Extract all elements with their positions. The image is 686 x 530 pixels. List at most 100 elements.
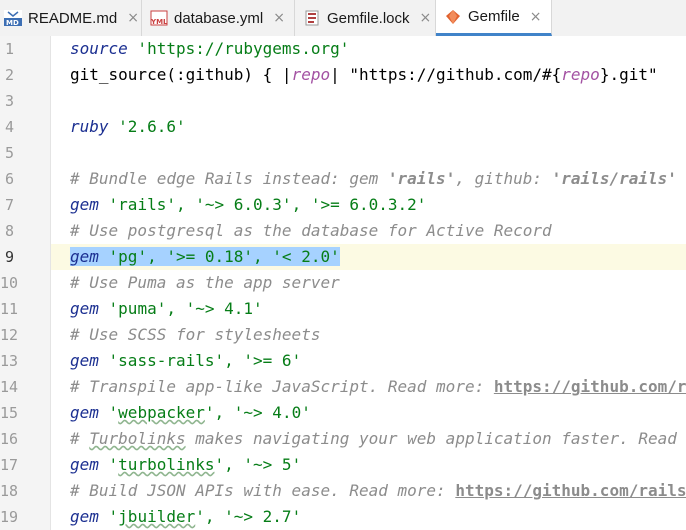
code-line[interactable]: # Use SCSS for stylesheets <box>51 322 686 348</box>
code-token: gem <box>70 299 99 318</box>
code-token: ', '~> 5' <box>214 455 302 474</box>
close-icon[interactable]: × <box>127 10 139 26</box>
code-token: webpacker <box>118 403 205 422</box>
md-file-icon: MD <box>4 10 22 26</box>
line-number: 12 <box>0 326 19 344</box>
code-token: }.git" <box>599 65 658 84</box>
code-token: # <box>70 429 90 448</box>
code-text: gem 'webpacker', '~> 4.0' <box>70 400 311 426</box>
code-token: makes navigating your web application fa… <box>185 429 686 448</box>
line-number: 7 <box>4 196 14 214</box>
code-token: # Use postgresql as the database for Act… <box>70 221 552 240</box>
code-line[interactable]: ruby '2.6.6' <box>51 114 686 140</box>
line-number: 9 <box>4 248 14 266</box>
code-line[interactable]: # Bundle edge Rails instead: gem 'rails'… <box>51 166 686 192</box>
line-number: 6 <box>4 170 14 188</box>
code-token: 'rails' <box>387 169 456 188</box>
code-line[interactable] <box>51 140 686 166</box>
code-token: gem <box>70 247 99 266</box>
line-number: 18 <box>0 482 19 500</box>
code-token: 'puma', '~> 4.1' <box>98 299 263 318</box>
code-token: jbuilder <box>118 507 196 526</box>
line-number-gutter[interactable]: 1 2 3 4 5 6 7 8 9 10 11 12 13 14 15 16 17 18 19 <box>0 36 51 530</box>
code-token: # Bundle edge Rails instead: gem <box>70 169 388 188</box>
code-text: # Use Puma as the app server <box>70 270 340 296</box>
editor-tab-bar: MD README.md × YML database.yml × Gemfil… <box>0 0 686 37</box>
svg-text:MD: MD <box>6 19 19 26</box>
tab-label: Gemfile <box>468 8 520 25</box>
yml-file-icon: YML <box>150 10 168 26</box>
line-number: 3 <box>4 92 14 110</box>
code-line[interactable]: gem 'puma', '~> 4.1' <box>51 296 686 322</box>
tab-gemfile[interactable]: Gemfile × <box>436 0 552 36</box>
code-editor[interactable]: source 'https://rubygems.org' git_source(… <box>51 36 686 530</box>
code-token: ' <box>98 403 119 422</box>
lock-file-icon <box>303 10 321 26</box>
tab-database-yml[interactable]: YML database.yml × <box>142 0 295 36</box>
code-line[interactable]: # Turbolinks makes navigating your web a… <box>51 426 686 452</box>
code-text: ruby '2.6.6' <box>70 114 186 140</box>
code-token: 'sass-rails', '>= 6' <box>98 351 302 370</box>
code-token: | "https://github.com/#{ <box>330 65 562 84</box>
code-token: ' <box>98 455 119 474</box>
code-line[interactable]: gem 'jbuilder', '~> 2.7' <box>51 504 686 530</box>
code-line[interactable]: # Build JSON APIs with ease. Read more: … <box>51 478 686 504</box>
code-token: 'rails/rails' <box>551 169 677 188</box>
code-line[interactable]: git_source(:github) { |repo| "https://gi… <box>51 62 686 88</box>
line-number: 14 <box>0 378 19 396</box>
code-text: gem 'puma', '~> 4.1' <box>70 296 263 322</box>
line-number: 17 <box>0 456 19 474</box>
line-number: 8 <box>4 222 14 240</box>
line-number: 13 <box>0 352 19 370</box>
code-token: gem <box>70 351 99 370</box>
code-token: ruby <box>70 117 109 136</box>
code-token: ', '~> 4.0' <box>204 403 311 422</box>
tab-readme[interactable]: MD README.md × <box>0 0 142 36</box>
code-line[interactable]: gem 'pg', '>= 0.18', '< 2.0' <box>51 244 686 270</box>
code-token: # Use SCSS for stylesheets <box>70 325 321 344</box>
tab-gemfile-lock[interactable]: Gemfile.lock × <box>295 0 436 36</box>
code-line[interactable]: # Transpile app-like JavaScript. Read mo… <box>51 374 686 400</box>
code-token: git_source(:github) { | <box>70 65 292 84</box>
tab-label: database.yml <box>174 9 264 27</box>
svg-text:YML: YML <box>150 18 168 26</box>
line-number: 4 <box>4 118 14 136</box>
code-text: gem 'sass-rails', '>= 6' <box>70 348 301 374</box>
code-token: 'https://rubygems.org' <box>127 39 350 58</box>
code-token: 'rails', '~> 6.0.3', '>= 6.0.3.2' <box>98 195 427 214</box>
code-text: gem 'jbuilder', '~> 2.7' <box>70 504 301 530</box>
tab-label: Gemfile.lock <box>327 9 410 27</box>
code-token: https://github.com/rails/jbuilder <box>455 481 686 500</box>
close-icon[interactable]: × <box>420 10 432 26</box>
code-line[interactable]: gem 'sass-rails', '>= 6' <box>51 348 686 374</box>
code-text: # Turbolinks makes navigating your web a… <box>70 426 686 452</box>
code-line[interactable]: gem 'webpacker', '~> 4.0' <box>51 400 686 426</box>
line-number: 19 <box>0 508 19 526</box>
code-line[interactable] <box>51 88 686 114</box>
line-number: 16 <box>0 430 19 448</box>
code-token: # Use Puma as the app server <box>70 273 340 292</box>
code-text: # Use SCSS for stylesheets <box>70 322 320 348</box>
code-token: gem <box>70 507 99 526</box>
code-token: repo <box>291 65 331 84</box>
code-token: gem <box>70 195 99 214</box>
code-text: # Build JSON APIs with ease. Read more: … <box>70 478 686 504</box>
code-line[interactable]: source 'https://rubygems.org' <box>51 36 686 62</box>
code-token: Turbolinks <box>89 429 186 448</box>
code-token: https://github.com/rails/webpacker <box>493 377 686 396</box>
code-token: gem <box>70 403 99 422</box>
code-line[interactable]: gem 'rails', '~> 6.0.3', '>= 6.0.3.2' <box>51 192 686 218</box>
code-line[interactable]: gem 'turbolinks', '~> 5' <box>51 452 686 478</box>
code-token: gem <box>70 455 99 474</box>
code-text: # Transpile app-like JavaScript. Read mo… <box>70 374 686 400</box>
close-icon[interactable]: × <box>273 10 285 26</box>
code-line[interactable]: # Use postgresql as the database for Act… <box>51 218 686 244</box>
code-token: 'pg', '>= 0.18', '< 2.0' <box>98 247 340 266</box>
code-text: # Use postgresql as the database for Act… <box>70 218 552 244</box>
line-number: 2 <box>4 66 14 84</box>
code-text: git_source(:github) { |repo| "https://gi… <box>70 62 658 88</box>
line-number: 15 <box>0 404 19 422</box>
code-line[interactable]: # Use Puma as the app server <box>51 270 686 296</box>
close-icon[interactable]: × <box>530 9 542 25</box>
code-token: '2.6.6' <box>108 117 186 136</box>
